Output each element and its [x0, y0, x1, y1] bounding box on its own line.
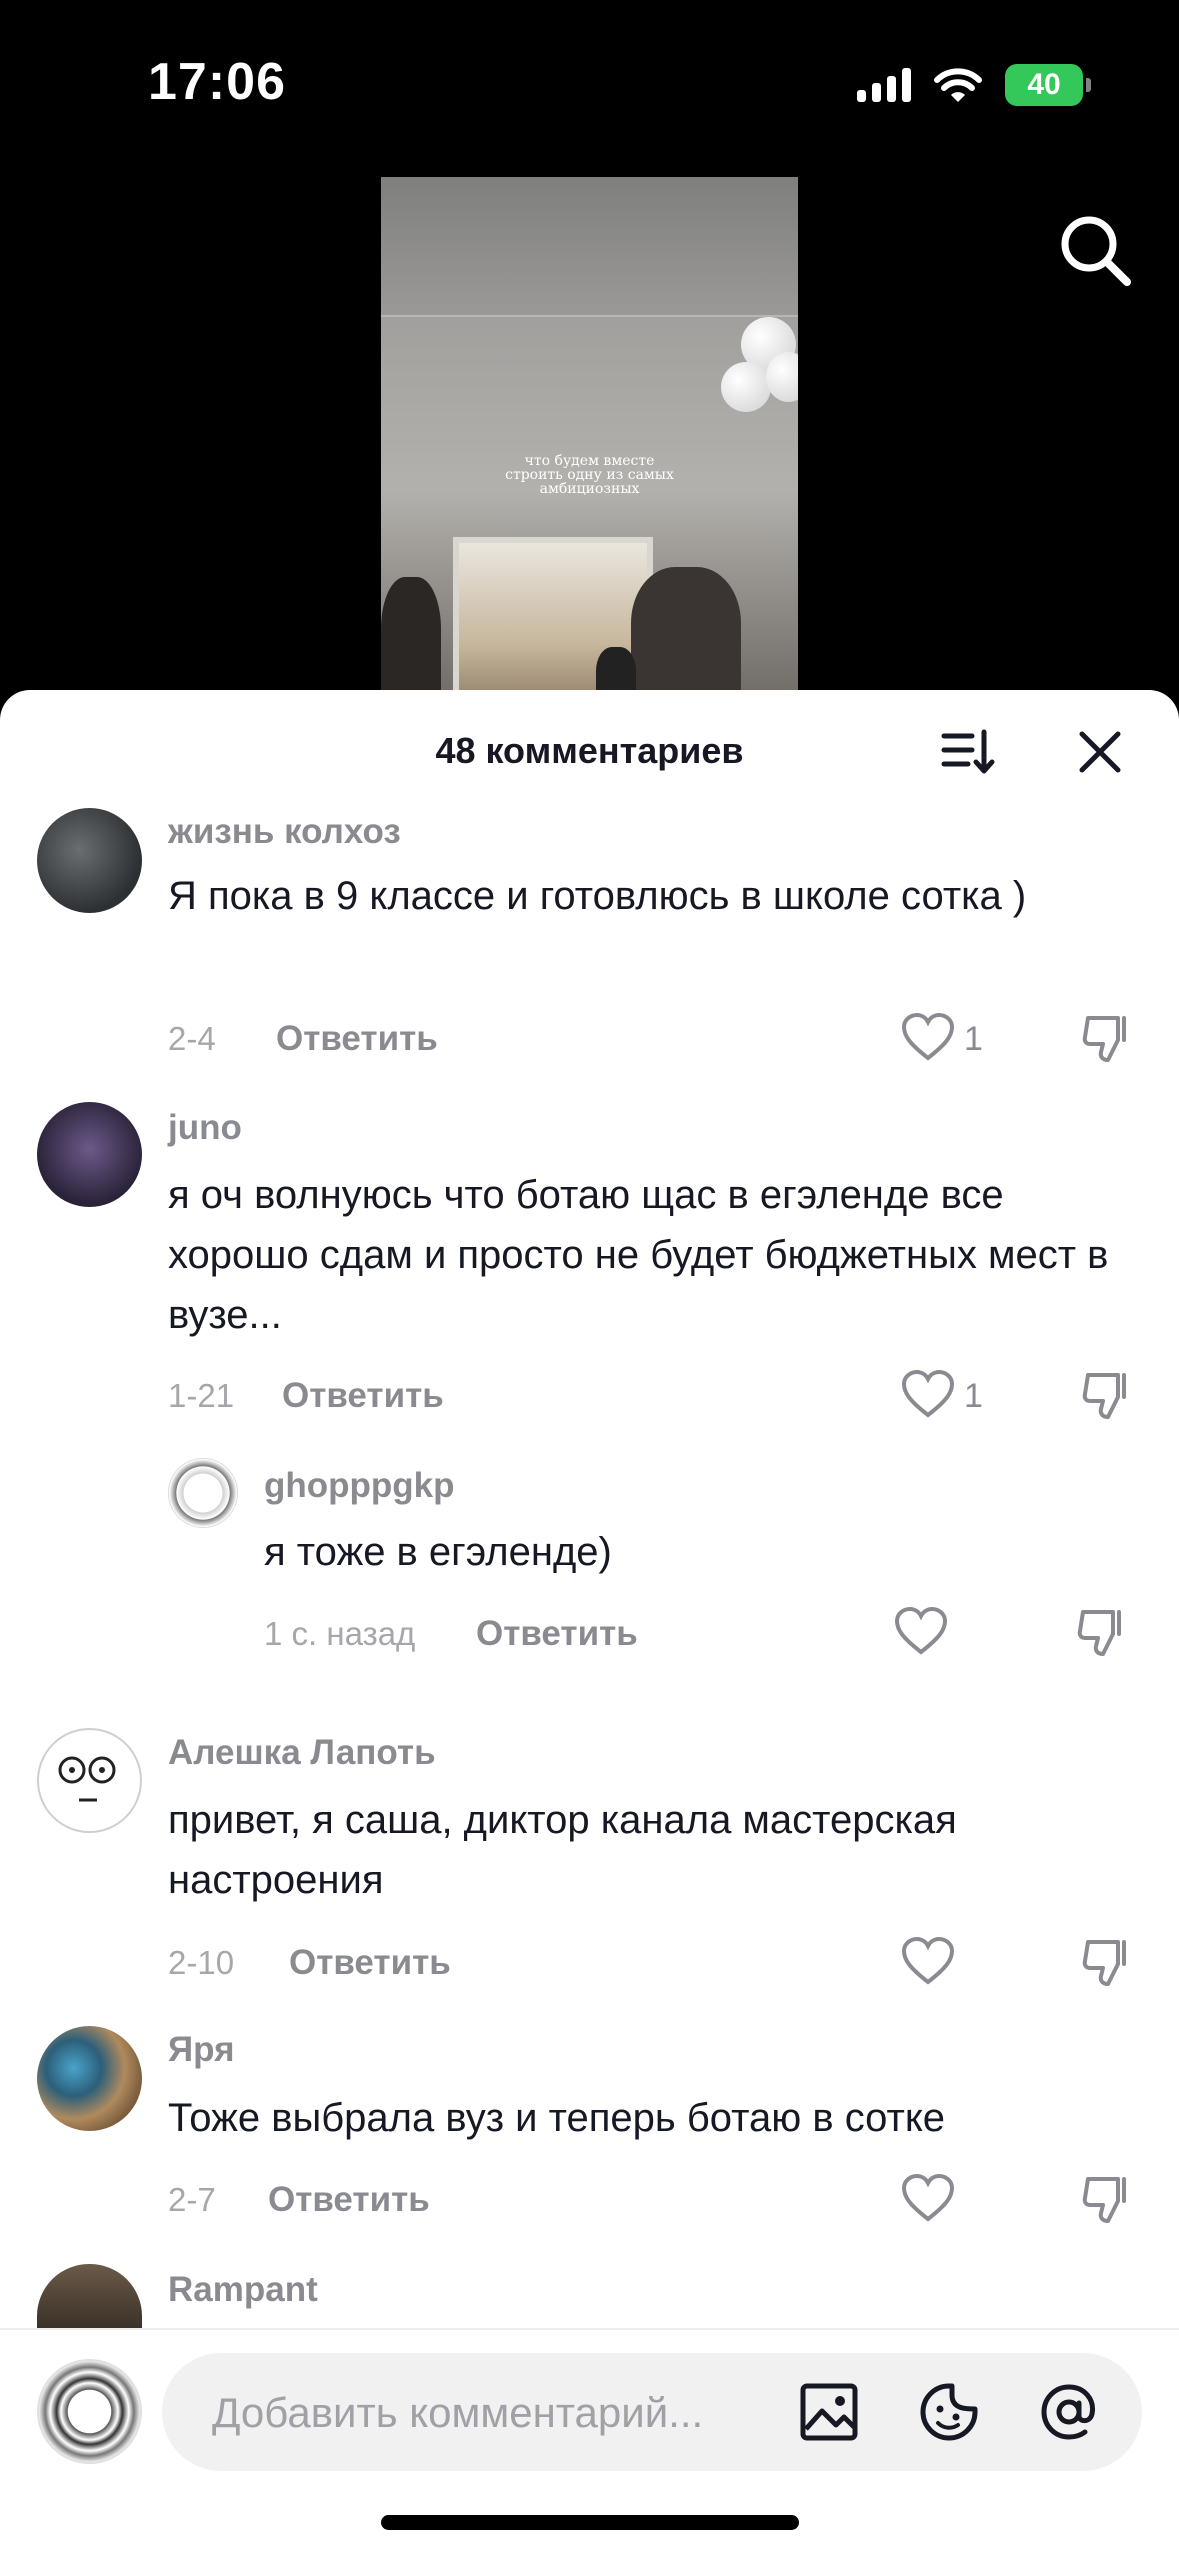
thumbs-down-icon[interactable] — [1075, 1604, 1131, 1660]
caption-line: что будем вместе — [524, 453, 655, 469]
avatar[interactable] — [168, 1458, 238, 1528]
person-silhouette — [381, 577, 441, 700]
comment-input-placeholder[interactable]: Добавить комментарий... — [212, 2389, 703, 2437]
wifi-icon — [934, 68, 982, 102]
sort-icon[interactable] — [938, 722, 998, 782]
video-ceiling — [381, 177, 798, 317]
reply-button[interactable]: Ответить — [289, 1943, 451, 1983]
status-bar: 17:06 40 — [0, 0, 1179, 170]
my-avatar[interactable] — [37, 2359, 142, 2464]
divider — [0, 2328, 1179, 2330]
heart-icon[interactable] — [900, 2171, 956, 2227]
comment-date: 1-21 — [168, 1377, 235, 1414]
caption-line: амбициозных — [539, 481, 640, 497]
video-caption: что будем вместе строить одну из самых а… — [381, 454, 798, 496]
reply-button[interactable]: Ответить — [476, 1614, 638, 1654]
like-count: 1 — [964, 1020, 983, 1058]
reply-button[interactable]: Ответить — [276, 1019, 438, 1059]
image-icon[interactable] — [798, 2381, 860, 2443]
reply-button[interactable]: Ответить — [268, 2180, 430, 2220]
avatar[interactable] — [37, 1728, 142, 1833]
balloon-shape — [721, 362, 771, 412]
status-icons: 40 — [857, 62, 1091, 108]
thumbs-down-icon[interactable] — [1080, 1934, 1136, 1990]
mention-icon[interactable] — [1038, 2381, 1100, 2443]
avatar[interactable] — [37, 808, 142, 913]
thumbs-down-icon[interactable] — [1080, 2171, 1136, 2227]
video-preview[interactable]: что будем вместе строить одну из самых а… — [381, 177, 798, 700]
home-indicator — [381, 2515, 799, 2530]
comment-username[interactable]: Яря — [168, 2030, 235, 2070]
face-icon — [58, 1756, 116, 1802]
battery-icon: 40 — [1005, 64, 1091, 106]
avatar[interactable] — [37, 1102, 142, 1207]
caption-line: строить одну из самых — [505, 467, 674, 483]
comment-username[interactable]: Алешка Лапоть — [168, 1733, 436, 1773]
battery-level: 40 — [1027, 68, 1061, 101]
status-time: 17:06 — [148, 53, 286, 111]
close-icon[interactable] — [1074, 726, 1126, 778]
comment-text: Тоже выбрала вуз и теперь ботаю в сотке — [168, 2096, 946, 2140]
cellular-signal-icon — [857, 68, 911, 102]
avatar[interactable] — [37, 2026, 142, 2131]
heart-icon[interactable] — [900, 1367, 956, 1423]
comment-username[interactable]: жизнь колхоз — [168, 812, 401, 852]
comment-username[interactable]: ghopppgkp — [264, 1466, 455, 1506]
like-count: 1 — [964, 1377, 983, 1415]
comment-text: привет, я саша, диктор канала мастерская… — [168, 1798, 957, 1902]
heart-icon[interactable] — [900, 1934, 956, 1990]
comments-count-title: 48 комментариев — [435, 730, 744, 771]
thumbs-down-icon[interactable] — [1080, 1010, 1136, 1066]
comment-username[interactable]: Rampant — [168, 2270, 318, 2310]
comment-date: 1 с. назад — [264, 1615, 416, 1652]
comment-text: я оч волнуюсь что ботаю щас в егэленде в… — [168, 1173, 1109, 1337]
comment-input[interactable]: Добавить комментарий... — [162, 2353, 1142, 2471]
comment-text: я тоже в егэленде) — [264, 1530, 612, 1574]
reply-button[interactable]: Ответить — [282, 1376, 444, 1416]
sticker-icon[interactable] — [918, 2381, 980, 2443]
comment-text: Я пока в 9 классе и готовлюсь в школе со… — [168, 874, 1027, 918]
comment-date: 2-10 — [168, 1944, 235, 1981]
heart-icon[interactable] — [900, 1010, 956, 1066]
balloon-shape — [766, 352, 798, 402]
comment-date: 2-7 — [168, 2181, 216, 2218]
person-silhouette — [631, 567, 741, 700]
comment-date: 2-4 — [168, 1020, 216, 1057]
search-icon[interactable] — [1055, 210, 1135, 290]
heart-icon[interactable] — [893, 1604, 949, 1660]
comment-username[interactable]: juno — [168, 1108, 242, 1148]
thumbs-down-icon[interactable] — [1080, 1367, 1136, 1423]
